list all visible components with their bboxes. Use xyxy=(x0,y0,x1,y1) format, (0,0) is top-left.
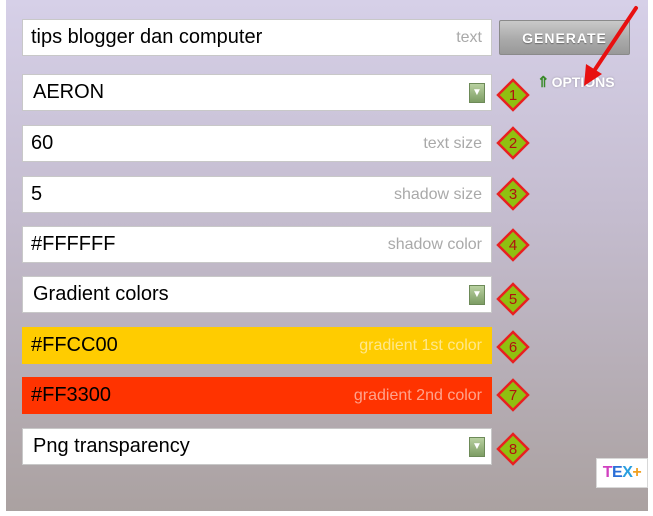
step-badge-5: 5 xyxy=(496,282,530,316)
shadow-size-value: 5 xyxy=(31,183,43,205)
annotation-arrow-icon xyxy=(584,6,638,86)
chevron-down-icon[interactable]: ▼ xyxy=(469,284,485,305)
text-input-value: tips blogger dan computer xyxy=(31,26,263,48)
step-badge-7-number: 7 xyxy=(509,387,517,404)
frame-left-border xyxy=(0,0,6,516)
step-badge-4: 4 xyxy=(496,228,530,262)
shadow-color-field[interactable]: #FFFFFF shadow color xyxy=(22,226,492,263)
arrow-up-icon: ⇑ xyxy=(537,74,550,91)
shadow-color-value: #FFFFFF xyxy=(31,233,116,255)
color-mode-select[interactable]: Gradient colors ▼ xyxy=(22,276,492,313)
text-size-hint: text size xyxy=(423,134,482,152)
color-mode-value: Gradient colors xyxy=(33,283,169,305)
step-badge-8-number: 8 xyxy=(509,441,517,458)
chevron-down-icon[interactable]: ▼ xyxy=(469,436,485,457)
text-input-hint: text xyxy=(456,28,482,46)
output-format-value: Png transparency xyxy=(33,435,190,457)
logo-letter-t: T xyxy=(602,464,613,481)
text-input[interactable]: tips blogger dan computer text xyxy=(22,19,492,56)
gradient-2nd-color-hint: gradient 2nd color xyxy=(353,386,482,404)
chevron-down-icon[interactable]: ▼ xyxy=(469,82,485,103)
logo-letter-e: E xyxy=(612,464,623,481)
step-badge-4-number: 4 xyxy=(509,237,517,254)
output-format-select[interactable]: Png transparency ▼ xyxy=(22,428,492,465)
step-badge-1-number: 1 xyxy=(509,87,517,104)
step-badge-5-number: 5 xyxy=(509,291,517,308)
gradient-2nd-color-value: #FF3300 xyxy=(31,384,112,406)
gradient-1st-color-value: #FFCC00 xyxy=(31,334,118,356)
font-select-value: AERON xyxy=(33,81,105,103)
step-badge-8: 8 xyxy=(496,432,530,466)
shadow-size-hint: shadow size xyxy=(393,185,482,203)
frame-bottom-border xyxy=(0,511,653,516)
text-size-value: 60 xyxy=(31,132,54,154)
step-badge-3: 3 xyxy=(496,177,530,211)
logo-plus: + xyxy=(632,464,642,481)
shadow-size-field[interactable]: 5 shadow size xyxy=(22,176,492,213)
step-badge-1: 1 xyxy=(496,78,530,112)
logo-letter-x: X xyxy=(622,464,633,481)
gradient-1st-color-field[interactable]: #FFCC00 gradient 1st color xyxy=(22,327,492,364)
step-badge-2: 2 xyxy=(496,126,530,160)
gradient-1st-color-hint: gradient 1st color xyxy=(359,336,482,354)
step-badge-6: 6 xyxy=(496,330,530,364)
text-size-field[interactable]: 60 text size xyxy=(22,125,492,162)
shadow-color-hint: shadow color xyxy=(387,235,482,253)
gradient-2nd-color-field[interactable]: #FF3300 gradient 2nd color xyxy=(22,377,492,414)
step-badge-2-number: 2 xyxy=(509,135,517,152)
step-badge-7: 7 xyxy=(496,378,530,412)
font-select[interactable]: AERON ▼ xyxy=(22,74,492,111)
step-badge-6-number: 6 xyxy=(509,339,517,356)
tex-plus-logo: T E X + xyxy=(596,458,648,488)
step-badge-3-number: 3 xyxy=(509,186,517,203)
